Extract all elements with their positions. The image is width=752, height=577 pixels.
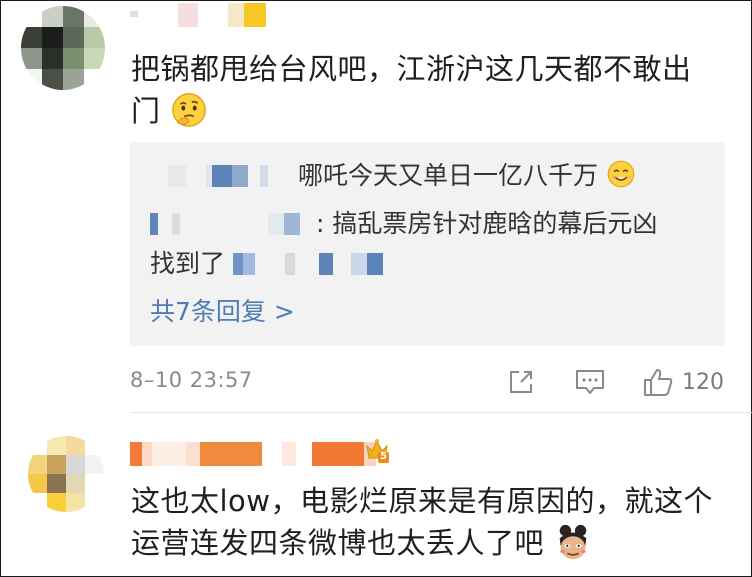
comment-meta-row: 8–10 23:57 120 [130, 362, 726, 402]
replies-box: 哪吒今天又单日一亿八千万 : 搞乱票房针对鹿晗的幕后元凶 找到了 共7条回复 > [130, 142, 725, 346]
reply-text: : 搞乱票房针对鹿晗的幕后元凶 [316, 209, 658, 238]
reply-text: 哪吒今天又单日一亿八千万 [297, 161, 598, 190]
comment-text-continued: 门 [131, 86, 208, 136]
member-level: 5 [380, 451, 387, 462]
share-button[interactable] [506, 364, 536, 400]
mention-blurred[interactable] [232, 253, 405, 275]
smile-emoji-icon [607, 160, 635, 188]
comment-divider [130, 412, 752, 413]
thinking-emoji-icon [172, 93, 207, 127]
reply-username-blurred[interactable] [150, 165, 290, 187]
like-count: 120 [682, 369, 724, 395]
more-replies-link[interactable]: 共7条回复 > [150, 292, 295, 328]
comment-text: 把锅都甩给台风吧，江浙沪这几天都不敢出 [131, 52, 692, 86]
avatar[interactable] [28, 436, 104, 512]
reply-item[interactable]: 哪吒今天又单日一亿八千万 [150, 156, 636, 196]
like-button[interactable]: 120 [642, 364, 724, 400]
reply-username-blurred[interactable] [150, 213, 316, 235]
avatar[interactable] [21, 6, 105, 90]
comment-text-continued: 运营连发四条微博也太丢人了吧 [131, 518, 592, 568]
reply-text-continued: 找到了 [150, 244, 405, 284]
reply-item[interactable]: : 搞乱票房针对鹿晗的幕后元凶 [150, 204, 657, 244]
nezha-emoji-icon [559, 524, 587, 560]
username-blurred[interactable] [130, 3, 266, 27]
member-badge[interactable]: 5 [364, 436, 390, 464]
reply-button[interactable] [574, 364, 606, 400]
timestamp: 8–10 23:57 [130, 368, 253, 392]
comment-icon [576, 370, 604, 394]
username-blurred[interactable] [130, 442, 376, 466]
share-icon [510, 371, 532, 393]
like-icon [644, 369, 673, 396]
